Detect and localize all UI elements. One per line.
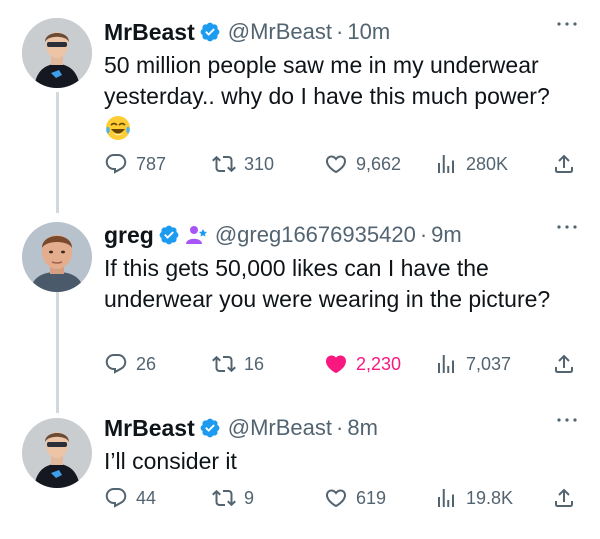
avatar[interactable] [22,222,92,292]
views-button[interactable]: 7,037 [434,352,511,376]
author-handle[interactable]: @MrBeast [228,415,332,441]
tweet-text: I’ll consider it [104,448,237,474]
views-button[interactable]: 280K [434,152,508,176]
share-icon [552,352,576,376]
retweet-icon [212,486,236,510]
share-button[interactable] [552,486,576,510]
views-icon [434,352,458,376]
affiliate-badge-icon[interactable] [184,224,208,246]
share-button[interactable] [552,152,576,176]
like-count: 2,230 [356,353,402,374]
avatar-image [22,418,92,488]
tweet-2[interactable]: greg @greg16676935420 · 9m If this gets … [0,205,600,405]
reply-icon [104,486,128,510]
retweet-button[interactable]: 9 [212,486,254,510]
avatar[interactable] [22,418,92,488]
like-button[interactable]: 9,662 [324,152,401,176]
author-name[interactable]: greg [104,222,154,249]
verified-badge-icon[interactable] [199,21,221,43]
timestamp[interactable]: 8m [347,415,378,441]
reply-count: 44 [136,487,157,508]
face-with-tears-of-joy-icon [106,116,130,140]
action-bar: 787 310 9,662 280K [104,152,580,180]
share-button[interactable] [552,352,576,376]
like-icon [324,152,348,176]
views-icon [434,152,458,176]
more-icon[interactable] [556,415,578,425]
reply-icon [104,152,128,176]
author-name[interactable]: MrBeast [104,415,195,442]
like-icon [324,352,348,376]
more-icon[interactable] [556,19,578,29]
author-name[interactable]: MrBeast [104,19,195,46]
tweet-1[interactable]: MrBeast @MrBeast · 10m 50 million people… [0,0,600,205]
retweet-button[interactable]: 16 [212,352,264,376]
retweet-icon [212,152,236,176]
avatar[interactable] [22,18,92,88]
reply-button[interactable]: 44 [104,486,156,510]
timestamp[interactable]: 9m [431,222,462,248]
views-icon [434,486,458,510]
tweet-3[interactable]: MrBeast @MrBeast · 8m I’ll consider it 4… [0,405,600,539]
reply-count: 26 [136,353,157,374]
reply-icon [104,352,128,376]
reply-count: 787 [136,153,167,174]
timestamp[interactable]: 10m [347,19,390,45]
tweet-text: 50 million people saw me in my underwear… [104,52,550,109]
like-icon [324,486,348,510]
share-icon [552,486,576,510]
retweet-button[interactable]: 310 [212,152,274,176]
retweet-count: 310 [244,153,275,174]
author-handle[interactable]: @MrBeast [228,19,332,45]
like-button[interactable]: 619 [324,486,386,510]
author-handle[interactable]: @greg16676935420 [215,222,416,248]
avatar-image [22,18,92,88]
action-bar: 44 9 619 19.8K [104,486,580,514]
views-count: 7,037 [466,353,512,374]
more-icon[interactable] [556,222,578,232]
action-bar: 26 16 2,230 7,037 [104,352,580,380]
separator-dot: · [336,415,344,440]
like-count: 9,662 [356,153,402,174]
tweet-text: If this gets 50,000 likes can I have the… [104,255,551,312]
share-icon [552,152,576,176]
views-count: 19.8K [466,487,514,508]
retweet-icon [212,352,236,376]
separator-dot: · [336,19,344,44]
verified-badge-icon[interactable] [158,224,180,246]
retweet-count: 16 [244,353,265,374]
separator-dot: · [419,222,428,247]
reply-button[interactable]: 26 [104,352,156,376]
views-button[interactable]: 19.8K [434,486,513,510]
retweet-count: 9 [244,487,255,508]
verified-badge-icon[interactable] [199,417,221,439]
views-count: 280K [466,153,509,174]
like-button[interactable]: 2,230 [324,352,401,376]
avatar-image [22,222,92,292]
reply-button[interactable]: 787 [104,152,166,176]
like-count: 619 [356,487,387,508]
